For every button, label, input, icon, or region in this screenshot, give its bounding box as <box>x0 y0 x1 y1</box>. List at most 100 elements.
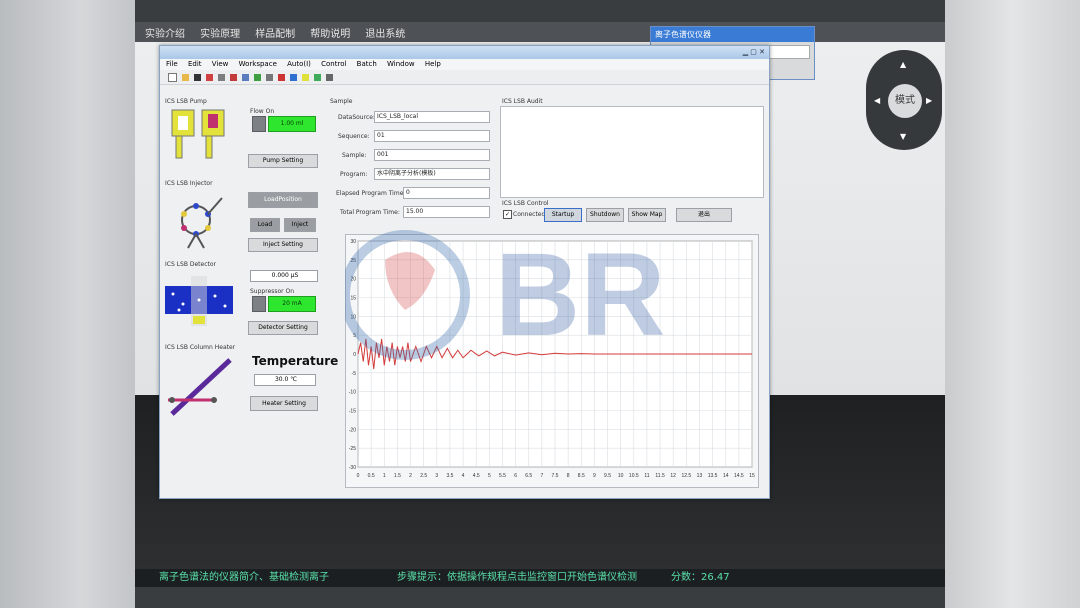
inject-button[interactable]: Inject <box>284 218 316 232</box>
undo-icon[interactable] <box>266 73 273 81</box>
flow-toggle[interactable] <box>252 116 266 132</box>
new-file-icon[interactable] <box>168 72 177 82</box>
sequence-field[interactable]: 01 <box>374 130 490 142</box>
info-icon[interactable] <box>290 73 297 81</box>
delete-icon[interactable] <box>206 73 213 81</box>
y-tick-label: -15 <box>349 409 356 415</box>
highlight-icon[interactable] <box>302 73 309 81</box>
column-heater-icon <box>168 358 232 416</box>
status-left: 离子色谱法的仪器简介、基础检测离子 <box>159 572 329 583</box>
x-tick-label: 15 <box>749 473 755 479</box>
menu-view[interactable]: View <box>212 60 229 68</box>
menu-workspace[interactable]: Workspace <box>239 60 277 68</box>
sample-field[interactable]: 001 <box>374 149 490 161</box>
x-tick-label: 14.5 <box>734 473 744 479</box>
nav-mode-button[interactable]: 模式 <box>888 84 922 118</box>
status-score: 分数：26.47 <box>671 572 730 583</box>
datasource-field[interactable]: ICS_LSB_local <box>374 111 490 123</box>
heater-section-label: ICS LSB Column Heater <box>165 344 236 351</box>
run-icon[interactable] <box>314 73 321 81</box>
shutdown-button[interactable]: Shutdown <box>586 208 624 222</box>
control-section-label: ICS LSB Control <box>502 200 549 207</box>
status-bar: 离子色谱法的仪器简介、基础检测离子 步骤提示：依据操作规程点击监控窗口开始色谱仪… <box>135 569 945 587</box>
load-button[interactable]: Load <box>250 218 280 232</box>
show-map-button[interactable]: Show Map <box>628 208 666 222</box>
menu-help[interactable]: Help <box>425 60 441 68</box>
stop-run-icon[interactable] <box>278 73 285 81</box>
topbar-item-principle[interactable]: 实验原理 <box>200 25 240 45</box>
audit-log-box[interactable] <box>500 106 764 198</box>
sample-section-label: Sample <box>330 98 353 105</box>
datasource-label: DataSource: <box>338 114 375 121</box>
suppressor-value: 20 mA <box>268 296 316 312</box>
window-controls[interactable]: ▁ ▢ ✕ <box>743 46 765 59</box>
cut-icon[interactable] <box>230 73 237 81</box>
nav-up-icon[interactable]: ▲ <box>900 60 906 69</box>
x-tick-label: 11.5 <box>655 473 665 479</box>
x-tick-label: 7 <box>540 473 543 479</box>
paste-icon[interactable] <box>254 73 261 81</box>
status-step-hint: 步骤提示：依据操作规程点击监控窗口开始色谱仪检测 <box>397 572 637 583</box>
pump-setting-button[interactable]: Pump Setting <box>248 154 318 168</box>
x-tick-label: 4.5 <box>473 473 480 479</box>
nav-right-icon[interactable]: ▶ <box>926 96 932 105</box>
x-tick-label: 7.5 <box>552 473 559 479</box>
x-tick-label: 13 <box>697 473 703 479</box>
audit-section-label: ICS LSB Audit <box>502 98 543 105</box>
copy-icon[interactable] <box>242 73 249 81</box>
menu-batch[interactable]: Batch <box>357 60 377 68</box>
connected-checkbox[interactable]: ✓ <box>503 210 512 219</box>
pump-section-label: ICS LSB Pump <box>165 98 207 105</box>
load-position-button[interactable]: LoadPosition <box>248 192 318 208</box>
x-tick-label: 5.5 <box>499 473 506 479</box>
chromatogram-panel: 0 0.5 1 1.5 2 2.5 3 3.5 4 4.5 5 5.5 6 6.5 7 7.5 8 8.5 9 9.5… <box>345 234 759 488</box>
chromeleon-window: ▁ ▢ ✕ File Edit View Workspace Auto(I) C… <box>159 45 770 499</box>
y-tick-label: 25 <box>350 258 356 264</box>
menu-file[interactable]: File <box>166 60 178 68</box>
save-icon[interactable] <box>194 73 201 81</box>
connected-label: Connected <box>513 211 546 218</box>
injector-section-label: ICS LSB Injector <box>165 180 213 187</box>
topbar-item-sample-prep[interactable]: 样品配制 <box>255 25 295 45</box>
heater-setting-button[interactable]: Heater Setting <box>250 396 318 411</box>
x-tick-label: 14 <box>723 473 729 479</box>
x-tick-label: 4 <box>462 473 465 479</box>
menu-edit[interactable]: Edit <box>188 60 202 68</box>
topbar-item-help[interactable]: 帮助说明 <box>310 25 350 45</box>
x-tick-label: 13.5 <box>708 473 718 479</box>
detector-setting-button[interactable]: Detector Setting <box>248 321 318 335</box>
open-folder-icon[interactable] <box>182 73 189 81</box>
y-tick-label: 5 <box>353 333 356 339</box>
y-tick-label: -30 <box>349 465 356 471</box>
menu-window[interactable]: Window <box>387 60 415 68</box>
suppressor-toggle[interactable] <box>252 296 266 312</box>
blurred-border-left <box>0 0 135 608</box>
elapsed-time-label: Elapsed Program Time: <box>336 190 406 197</box>
menu-control[interactable]: Control <box>321 60 346 68</box>
nav-down-icon[interactable]: ▼ <box>900 132 906 141</box>
sample-label: Sample: <box>342 152 367 159</box>
nav-left-icon[interactable]: ◀ <box>874 96 880 105</box>
exit-control-button[interactable]: 退出 <box>676 208 732 222</box>
inject-setting-button[interactable]: Inject Setting <box>248 238 318 252</box>
program-field[interactable]: 水中阴离子分析(模板) <box>374 168 490 180</box>
navigation-wheel[interactable]: ▲ ◀ ▶ ▼ 模式 <box>866 50 942 150</box>
topbar-item-intro[interactable]: 实验介绍 <box>145 25 185 45</box>
x-tick-label: 12 <box>670 473 676 479</box>
blurred-border-right <box>945 0 1080 608</box>
print-icon[interactable] <box>218 73 225 81</box>
float-window-title: 离子色谱仪仪器 <box>651 27 814 42</box>
top-menu-bar: 实验介绍 实验原理 样品配制 帮助说明 退出系统 <box>135 22 945 42</box>
chromatogram-chart: 0 0.5 1 1.5 2 2.5 3 3.5 4 4.5 5 5.5 6 6.5 7 7.5 8 8.5 9 9.5… <box>349 239 755 479</box>
menu-auto[interactable]: Auto(I) <box>287 60 311 68</box>
elapsed-time-field: 0 <box>403 187 490 199</box>
y-tick-label: -5 <box>352 371 357 377</box>
topbar-item-exit[interactable]: 退出系统 <box>365 25 405 45</box>
x-tick-label: 0.5 <box>368 473 375 479</box>
settings-icon[interactable] <box>326 73 333 81</box>
injector-valve-icon <box>181 197 223 249</box>
detector-section-label: ICS LSB Detector <box>165 261 216 268</box>
startup-button[interactable]: Startup <box>544 208 582 222</box>
temperature-value: 30.0 ℃ <box>254 374 316 386</box>
x-tick-label: 10 <box>618 473 624 479</box>
